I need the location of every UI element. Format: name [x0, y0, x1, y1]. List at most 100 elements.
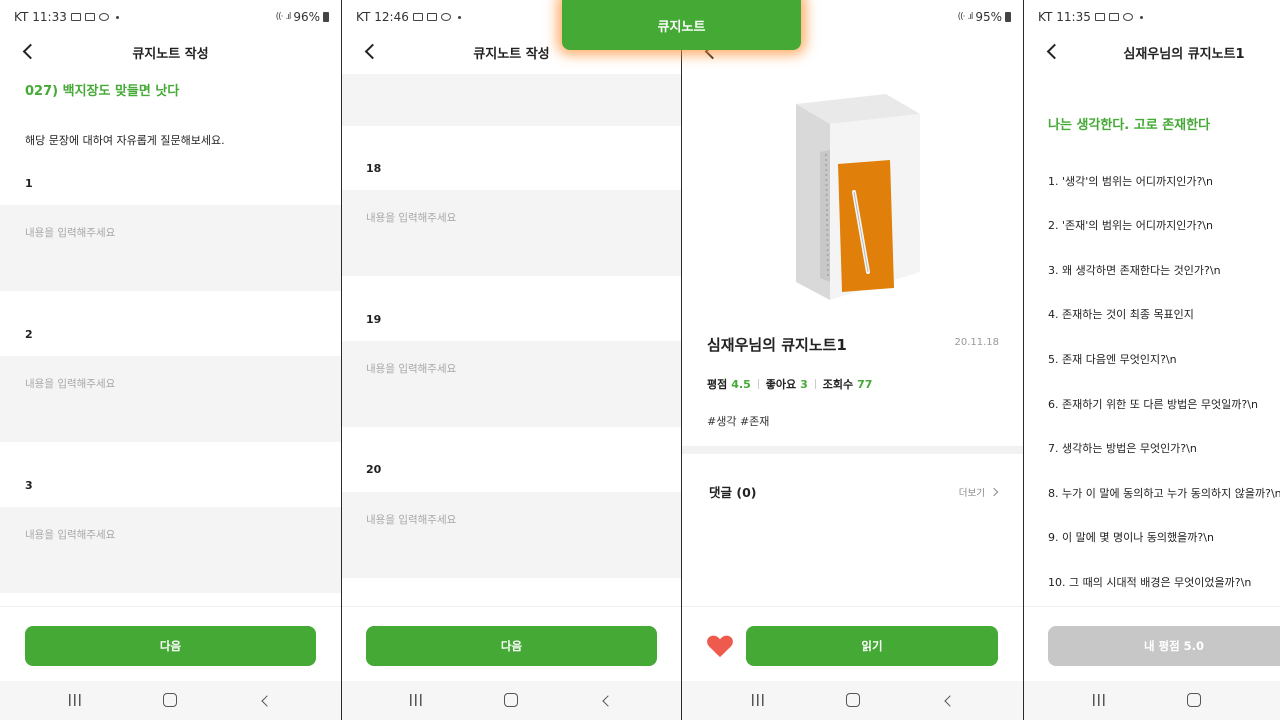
recent-apps-icon[interactable] — [69, 694, 81, 706]
views-value: 77 — [857, 377, 873, 391]
likes-label: 좋아요 — [765, 378, 797, 391]
mail-icon — [84, 13, 95, 21]
battery-label: 95% — [975, 10, 1002, 24]
time-label: 11:33 — [32, 10, 67, 24]
page-title: 심재우님의 큐지노트1 — [1123, 47, 1245, 62]
system-nav-bar — [1024, 681, 1280, 720]
message-icon — [1122, 13, 1133, 21]
page-title: 큐지노트 작성 — [132, 47, 209, 62]
question-item: 9. 이 말에 몇 명이나 동의했을까?\n — [1048, 531, 1214, 544]
stat-separator — [814, 379, 816, 389]
question-item: 1. '생각'의 범위는 어디까지인가?\n — [1048, 175, 1213, 188]
more-link[interactable]: 더보기 — [958, 485, 999, 499]
input-placeholder: 내용을 입력해주세요 — [25, 378, 116, 390]
system-nav-bar — [0, 681, 341, 720]
question-item: 6. 존재하기 위한 또 다른 방법은 무엇일까?\n — [1048, 398, 1258, 411]
comments-heading: 댓글 (0) — [709, 485, 757, 500]
input-placeholder: 내용을 입력해주세요 — [366, 514, 457, 526]
nav-back-icon[interactable] — [601, 694, 613, 708]
stat-separator — [757, 379, 759, 389]
input-placeholder: 내용을 입력해주세요 — [25, 227, 116, 239]
rating-value: 4.5 — [731, 377, 751, 391]
battery-icon — [1005, 12, 1011, 22]
answer-input[interactable] — [342, 74, 681, 126]
question-title: 027) 백지장도 맞들면 낫다 — [25, 84, 180, 99]
recent-apps-icon[interactable] — [752, 694, 764, 706]
answer-input[interactable]: 내용을 입력해주세요 — [0, 205, 341, 291]
note-stats: 평점 4.5 좋아요 3 조회수 77 — [707, 376, 872, 392]
home-icon[interactable] — [1187, 693, 1201, 707]
toast-banner: 큐지노트 — [562, 0, 801, 50]
battery-label: 96% — [293, 10, 320, 24]
question-item: 10. 그 때의 시대적 배경은 무엇이었을까?\n — [1048, 576, 1252, 589]
my-rating-button[interactable]: 내 평점 5.0 — [1048, 626, 1280, 666]
answer-input[interactable]: 내용을 입력해주세요 — [342, 492, 681, 578]
question-item: 3. 왜 생각하면 존재한다는 것인가?\n — [1048, 264, 1221, 277]
screen-qnote-detail: ((· .ıl 95% 심재우님의 큐지노트1 20.11.18 평점 4.5 … — [682, 0, 1023, 720]
gallery-icon — [70, 13, 81, 21]
recent-apps-icon[interactable] — [1093, 694, 1105, 706]
answer-input[interactable]: 내용을 입력해주세요 — [0, 356, 341, 442]
gallery-icon — [426, 13, 437, 21]
wifi-icon: ((· — [275, 12, 284, 22]
chevron-right-icon — [989, 487, 999, 497]
carrier-label: KT — [356, 10, 371, 24]
item-number: 2 — [25, 328, 33, 341]
input-placeholder: 내용을 입력해주세요 — [25, 529, 116, 541]
answer-input[interactable]: 내용을 입력해주세요 — [342, 341, 681, 427]
time-label: 11:35 — [1056, 10, 1091, 24]
carrier-label: KT — [14, 10, 29, 24]
question-item: 8. 누가 이 말에 동의하고 누가 동의하지 않을까?\n — [1048, 487, 1280, 500]
question-item: 2. '존재'의 범위는 어디까지인가?\n — [1048, 219, 1213, 232]
heart-icon[interactable] — [706, 632, 734, 660]
screen-qnote-questions: KT 11:35 심재우님의 큐지노트1 나는 생각한다. 고로 존재한다 1.… — [1024, 0, 1280, 720]
notebook-cover-image — [796, 94, 920, 300]
system-nav-bar — [342, 681, 681, 720]
message-icon — [440, 13, 451, 21]
carrier-label: KT — [1038, 10, 1053, 24]
next-button[interactable]: 다음 — [25, 626, 316, 666]
status-bar: KT 11:35 — [1024, 0, 1280, 34]
input-placeholder: 내용을 입력해주세요 — [366, 212, 457, 224]
home-icon[interactable] — [504, 693, 518, 707]
item-number: 20 — [366, 463, 382, 476]
note-title: 심재우님의 큐지노트1 — [707, 336, 847, 354]
question-item: 4. 존재하는 것이 최종 목표인지 — [1048, 308, 1194, 321]
more-dot-icon — [457, 15, 461, 19]
section-divider — [682, 446, 1023, 454]
next-button[interactable]: 다음 — [366, 626, 657, 666]
app-header: 심재우님의 큐지노트1 — [1024, 34, 1280, 68]
nav-back-icon[interactable] — [260, 694, 272, 708]
message-icon — [98, 13, 109, 21]
item-number: 1 — [25, 177, 33, 190]
home-icon[interactable] — [163, 693, 177, 707]
answer-input[interactable]: 내용을 입력해주세요 — [0, 507, 341, 593]
home-icon[interactable] — [846, 693, 860, 707]
mail-icon — [1108, 13, 1119, 21]
more-label: 더보기 — [958, 488, 985, 499]
time-label: 12:46 — [374, 10, 409, 24]
item-number: 18 — [366, 162, 382, 175]
input-placeholder: 내용을 입력해주세요 — [366, 363, 457, 375]
likes-value: 3 — [800, 377, 808, 391]
item-number: 3 — [25, 479, 33, 492]
gallery-icon — [1094, 13, 1105, 21]
nav-back-icon[interactable] — [943, 694, 955, 708]
note-date: 20.11.18 — [954, 337, 999, 348]
answer-input[interactable]: 내용을 입력해주세요 — [342, 190, 681, 276]
item-number: 19 — [366, 313, 382, 326]
question-item: 7. 생각하는 방법은 무엇인가?\n — [1048, 442, 1197, 455]
system-nav-bar — [682, 681, 1023, 720]
signal-icon: .ıl — [285, 12, 291, 22]
rating-label: 평점 — [707, 378, 728, 391]
read-button[interactable]: 읽기 — [746, 626, 998, 666]
recent-apps-icon[interactable] — [410, 694, 422, 706]
note-tags: #생각 #존재 — [707, 415, 770, 428]
note-subtitle: 나는 생각한다. 고로 존재한다 — [1048, 118, 1211, 133]
screen-qnote-write-2: KT 12:46 큐지노트 작성 18 내용을 입력해주세요 19 내용을 입력… — [342, 0, 681, 720]
wifi-icon: ((· — [957, 12, 966, 22]
more-dot-icon — [1139, 15, 1143, 19]
more-dot-icon — [115, 15, 119, 19]
status-bar: KT 11:33 ((· .ıl 96% — [0, 0, 341, 34]
signal-icon: .ıl — [967, 12, 973, 22]
